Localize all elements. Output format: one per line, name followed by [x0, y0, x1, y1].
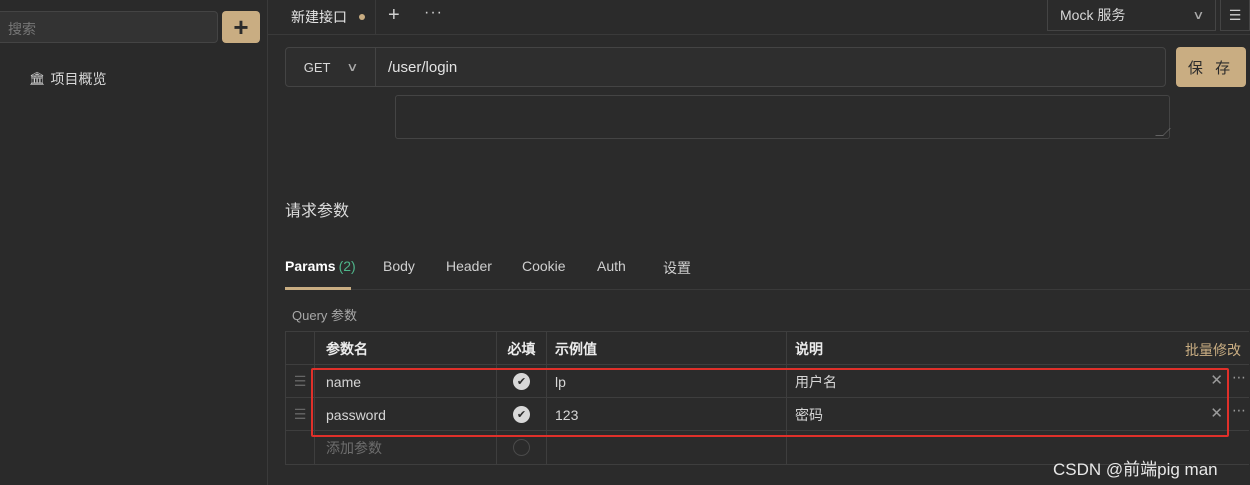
- list-icon: ☰: [1228, 6, 1242, 23]
- row-more-icon[interactable]: ⋯: [1232, 402, 1246, 419]
- table-row: ☰ password ✔ 123 密码 ✕ ⋯: [286, 398, 1249, 431]
- drag-handle-icon[interactable]: ☰: [286, 365, 314, 398]
- active-tab-indicator: [285, 287, 351, 290]
- chevron-down-icon: ∨: [346, 60, 360, 74]
- search-input[interactable]: 搜索: [0, 11, 218, 43]
- list-menu-button[interactable]: ☰: [1220, 0, 1250, 31]
- query-params-label: Query 参数: [292, 308, 358, 323]
- tab-cookie[interactable]: Cookie: [522, 258, 566, 274]
- column-header-example: 示例值: [546, 332, 786, 365]
- sidebar-item-label: 项目概览: [50, 71, 107, 87]
- description-text: 用户名: [795, 373, 837, 390]
- sidebar-item-project-overview[interactable]: 🏛︎ 项目概览: [29, 69, 107, 89]
- checkbox-empty-icon: [513, 439, 530, 456]
- url-input[interactable]: /user/login: [388, 59, 457, 76]
- params-count-badge: (2): [338, 258, 356, 274]
- resize-handle-icon[interactable]: [1155, 128, 1171, 136]
- drag-handle-icon[interactable]: ☰: [286, 398, 314, 431]
- required-checkbox[interactable]: [496, 431, 546, 464]
- param-name-input[interactable]: name: [314, 365, 496, 398]
- required-checkbox[interactable]: ✔: [496, 398, 546, 431]
- tab-params-label: Params: [285, 258, 336, 274]
- table-row: ☰ name ✔ lp 用户名 ✕ ⋯: [286, 365, 1249, 398]
- tab-body[interactable]: Body: [383, 258, 415, 274]
- unsaved-dot-icon: [359, 14, 365, 20]
- checkmark-icon: ✔: [513, 373, 530, 390]
- url-bar: GET ∨ /user/login: [285, 47, 1166, 87]
- method-select[interactable]: GET ∨: [286, 48, 376, 86]
- save-button[interactable]: 保 存: [1176, 47, 1246, 87]
- sidebar: 搜索 + 🏛︎ 项目概览: [0, 0, 268, 485]
- example-value-input[interactable]: lp: [546, 365, 786, 398]
- required-checkbox[interactable]: ✔: [496, 365, 546, 398]
- new-tab-button[interactable]: +: [388, 4, 400, 27]
- description-input[interactable]: 密码 ✕ ⋯: [786, 398, 1250, 431]
- description-textarea[interactable]: [395, 95, 1171, 139]
- row-more-icon[interactable]: ⋯: [1232, 369, 1246, 386]
- column-header-description-label: 说明: [795, 340, 823, 357]
- mock-service-label: Mock 服务: [1060, 7, 1126, 23]
- bank-icon: 🏛︎: [29, 71, 46, 86]
- checkmark-icon: ✔: [513, 406, 530, 423]
- delete-row-icon[interactable]: ✕: [1210, 404, 1223, 422]
- add-button[interactable]: +: [222, 11, 260, 43]
- more-tabs-button[interactable]: ···: [424, 4, 443, 22]
- bulk-edit-link[interactable]: 批量修改: [1185, 340, 1241, 360]
- method-label: GET: [303, 59, 331, 75]
- tab-header[interactable]: Header: [446, 258, 492, 274]
- column-header-name: 参数名: [314, 332, 496, 365]
- drag-handle-empty: [286, 431, 314, 464]
- add-param-input[interactable]: 添加参数: [314, 431, 496, 464]
- params-table: 参数名 必填 示例值 说明 批量修改 ☰ name ✔ lp 用户名 ✕ ⋯ ☰…: [285, 331, 1249, 465]
- watermark: CSDN @前端pig man: [1053, 460, 1218, 479]
- tab-params[interactable]: Params (2): [285, 258, 356, 274]
- tab-auth[interactable]: Auth: [597, 258, 626, 274]
- tab-title: 新建接口: [291, 9, 347, 25]
- example-value-input[interactable]: [546, 431, 786, 464]
- column-header-description: 说明 批量修改: [786, 332, 1250, 365]
- chevron-down-icon: ∨: [1192, 8, 1205, 22]
- drag-column-header: [286, 332, 314, 365]
- param-name-input[interactable]: password: [314, 398, 496, 431]
- mock-service-select[interactable]: Mock 服务 ∨: [1047, 0, 1216, 31]
- table-header: 参数名 必填 示例值 说明 批量修改: [286, 332, 1249, 365]
- section-title: 请求参数: [285, 203, 350, 220]
- param-tabs: Params (2) Body Header Cookie Auth 设置: [285, 250, 1250, 290]
- tab-settings[interactable]: 设置: [663, 258, 691, 278]
- description-text: 密码: [795, 406, 823, 423]
- example-value-input[interactable]: 123: [546, 398, 786, 431]
- description-input[interactable]: 用户名 ✕ ⋯: [786, 365, 1250, 398]
- column-header-required: 必填: [496, 332, 546, 365]
- tab-bar: 新建接口 + ··· Mock 服务 ∨ ☰: [268, 0, 1250, 35]
- delete-row-icon[interactable]: ✕: [1210, 371, 1223, 389]
- tab-new-interface[interactable]: 新建接口: [278, 0, 376, 34]
